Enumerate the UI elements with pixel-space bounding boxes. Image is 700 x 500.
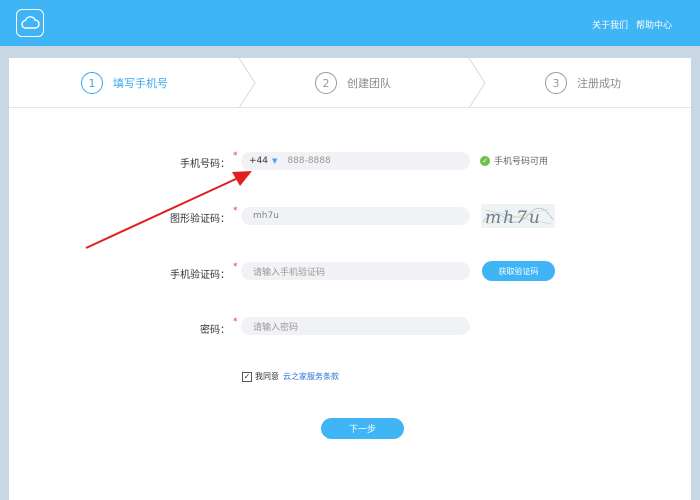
password-placeholder: 请输入密码 [253,322,299,333]
step-1: 1 填写手机号 [81,72,168,94]
step-3-label: 注册成功 [577,77,621,90]
step-2-label: 创建团队 [347,77,391,90]
phone-status-text: 手机号码可用 [494,157,549,167]
password-label: 密码： [200,325,230,336]
cloud-icon [21,16,40,29]
captcha-label: 图形验证码： [170,214,230,225]
chevron-down-icon[interactable]: ▼ [272,157,277,165]
top-header-bar: 关于我们 帮助中心 [0,0,700,46]
required-mark: * [233,206,238,216]
about-us-link[interactable]: 关于我们 [592,18,628,31]
cloud-logo-icon[interactable] [16,9,44,37]
captcha-image[interactable]: mh7u [481,204,555,228]
captcha-image-text: mh7u [485,208,542,228]
sms-code-label: 手机验证码： [170,270,230,281]
required-mark: * [233,317,238,327]
phone-field[interactable]: +44 ▼ 888-8888 [241,152,470,170]
help-center-link[interactable]: 帮助中心 [636,18,672,31]
terms-agreement: ✓ 我同意 云之家服务条款 [242,371,339,382]
terms-link[interactable]: 云之家服务条款 [283,371,339,382]
step-separator-chevron [238,58,256,108]
sms-code-placeholder: 请输入手机验证码 [253,267,326,278]
phone-available-status: ✓ 手机号码可用 [480,154,548,167]
step-2: 2 创建团队 [315,72,391,94]
step-3: 3 注册成功 [545,72,621,94]
sms-code-input[interactable]: 请输入手机验证码 [241,262,470,280]
get-code-button[interactable]: 获取验证码 [482,261,555,281]
required-mark: * [233,262,238,272]
captcha-input[interactable]: mh7u [241,207,470,225]
password-input[interactable]: 请输入密码 [241,317,470,335]
phone-input[interactable]: 888-8888 [287,156,330,166]
step-progress-bar: 1 填写手机号 2 创建团队 3 注册成功 [9,58,691,108]
step-1-label: 填写手机号 [113,77,168,90]
phone-label: 手机号码： [180,159,230,170]
captcha-input-value: mh7u [253,211,279,221]
step-separator-chevron [468,58,486,108]
next-button[interactable]: 下一步 [321,418,404,439]
agree-text: 我同意 [255,372,279,381]
required-mark: * [233,151,238,161]
country-code-select[interactable]: +44 [249,156,268,166]
check-circle-icon: ✓ [480,155,490,166]
step-2-number: 2 [315,72,337,94]
step-3-number: 3 [545,72,567,94]
step-1-number: 1 [81,72,103,94]
checkbox-icon[interactable]: ✓ [242,371,252,382]
